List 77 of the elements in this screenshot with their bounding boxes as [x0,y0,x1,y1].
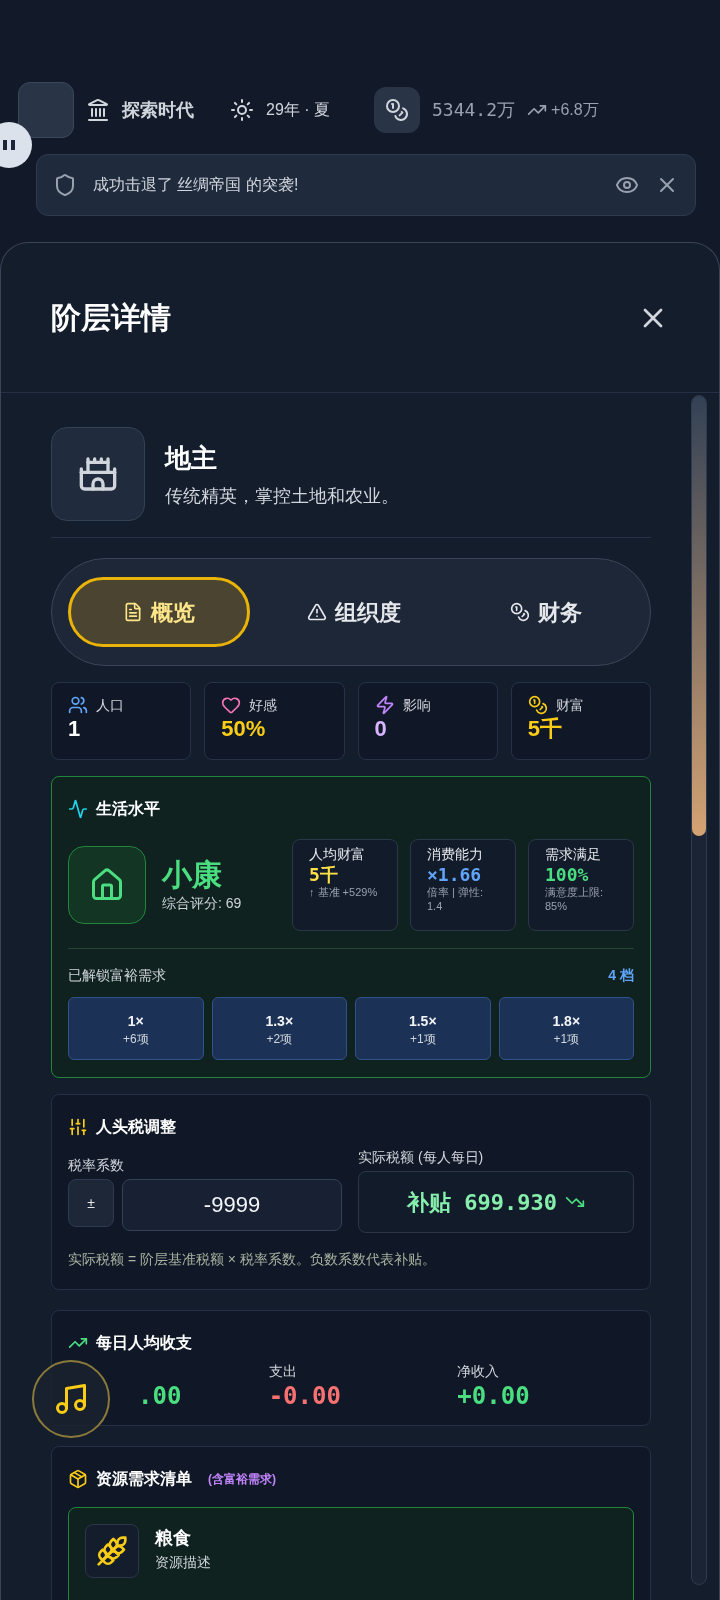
stat-value: 5千 [527,715,563,743]
class-name: 地主 [165,441,218,475]
sliders-icon [68,1117,88,1137]
music-icon [53,1381,89,1417]
metric-value: 100% [545,863,590,886]
tab-icon [123,602,143,622]
metric-label: 人均财富 [309,844,366,864]
coins-icon [374,87,420,133]
stat-value: 1 [68,715,82,743]
daily-label: 净收入 [457,1362,501,1381]
pulse-icon [68,799,88,819]
tier-items: +6项 [122,1030,149,1047]
tier-items: +1项 [553,1030,580,1047]
actual-tax-value: 补贴 699.930 [407,1188,557,1217]
shield-icon [53,173,77,197]
stat-icon [527,695,548,715]
tab[interactable]: 概览 [68,577,250,647]
resource-description: 资源描述 [155,1553,211,1572]
daily-title: 每日人均收支 [96,1333,192,1353]
sheet-title: 阶层详情 [51,299,171,337]
notification-text: 成功击退了 丝绸帝国 的突袭! [93,175,300,195]
sun-icon [230,98,254,122]
class-description: 传统精英，掌控土地和农业。 [165,484,399,508]
resources-tag: (含富裕需求) [208,1471,276,1487]
stat-label: 影响 [402,696,431,715]
tier-items: +2项 [266,1030,293,1047]
tier-multiplier: 1.5× [408,1011,437,1031]
tab[interactable]: 组织度 [266,577,442,647]
date-label: 29年 · 夏 [266,100,330,120]
metric-label: 消费能力 [427,844,484,864]
castle-icon [51,427,145,521]
tax-note: 实际税额 = 阶层基准税额 × 税率系数。负数系数代表补贴。 [68,1250,437,1269]
tier-items: +1项 [409,1030,436,1047]
package-icon [68,1469,88,1489]
stat-label: 人口 [96,696,124,715]
daily-value: .00 [137,1381,183,1411]
metric-value: ×1.66 [427,863,483,886]
stat-value: 50% [221,715,267,743]
tab-icon [307,602,327,622]
stat-label: 财富 [555,696,584,715]
tab-icon [510,602,530,622]
tier-multiplier: 1× [127,1011,144,1031]
tier-multiplier: 1.8× [552,1011,581,1031]
rate-label: 税率系数 [68,1156,125,1175]
tax-title: 人头税调整 [96,1117,176,1137]
treasury-change: +6.8万 [551,100,599,120]
house-icon [68,845,146,924]
metric-value: 5千 [309,863,339,886]
daily-label: 支出 [268,1362,298,1381]
daily-value: +0.00 [457,1381,531,1411]
actual-tax-label: 实际税额 (每人每日) [358,1148,485,1167]
living-title: 生活水平 [96,799,160,819]
daily-value: -0.00 [268,1381,342,1411]
living-level: 小康 [162,856,223,893]
living-score: 综合评分: 69 [162,894,243,914]
unlocked-count: 4 档 [608,966,634,985]
metric-note: 满意度上限: 85% [545,886,605,914]
wheat-icon [85,1524,139,1578]
treasury-value: 5344.2万 [432,98,516,122]
stat-icon [68,695,88,715]
era-label: 探索时代 [122,99,194,122]
metric-label: 需求满足 [545,844,602,864]
stat-icon [221,695,242,715]
tier-multiplier: 1.3× [265,1011,294,1031]
stat-icon [374,695,395,715]
rate-field[interactable]: -9999 [122,1179,342,1231]
landmark-icon [86,98,110,122]
sign-button[interactable]: ± [68,1179,114,1227]
unlocked-label: 已解锁富裕需求 [68,966,166,985]
metric-note: ↑ 基准 +529% [309,886,379,900]
tab[interactable]: 财务 [458,577,634,647]
metric-note: 倍率 | 弹性: 1.4 [427,886,485,914]
scrollbar[interactable] [691,395,707,1585]
stat-label: 好感 [249,696,278,715]
resources-title: 资源需求清单 [96,1469,192,1489]
resource-name: 粮食 [155,1527,192,1550]
stat-value: 0 [374,715,388,743]
